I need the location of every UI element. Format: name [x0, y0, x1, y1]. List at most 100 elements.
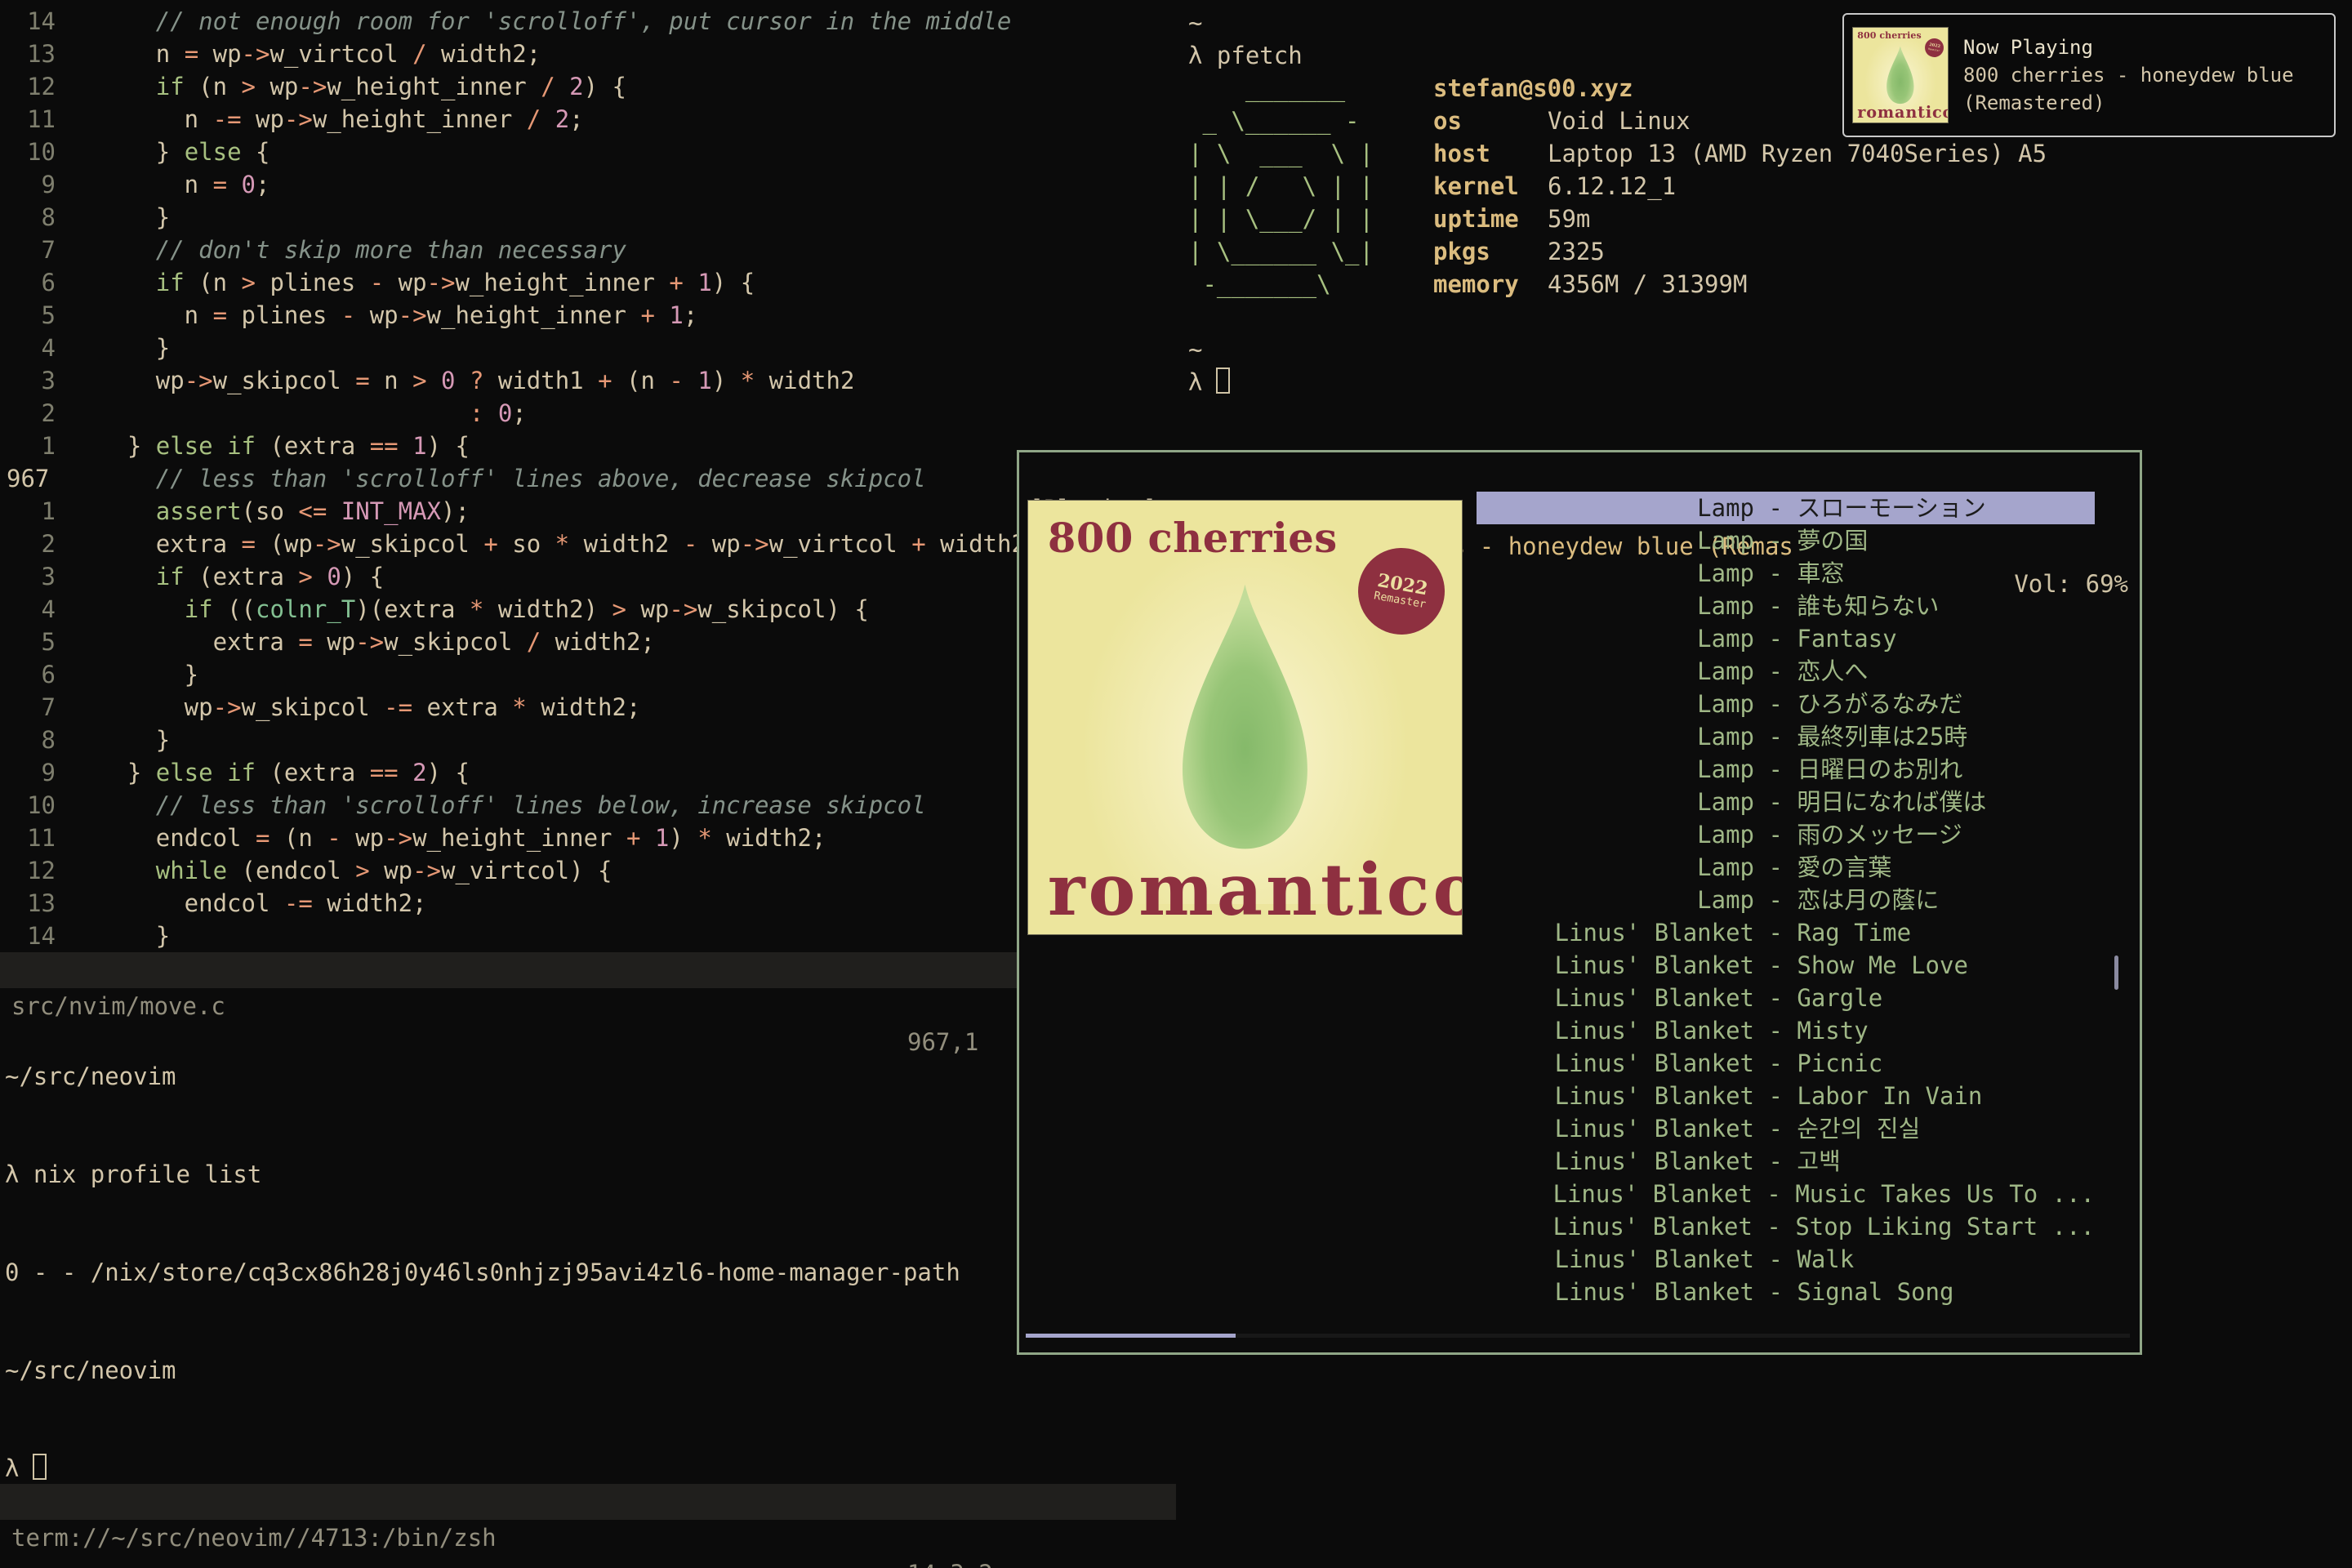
code-line[interactable]: 5 n = plines - wp->w_height_inner + 1; [0, 299, 1176, 332]
queue-artist: Lamp [1477, 524, 1754, 557]
code-line[interactable]: 8 } [0, 724, 1176, 756]
command-text: pfetch [1217, 42, 1303, 69]
queue-item[interactable]: Linus' Blanket - Gargle [1477, 982, 2095, 1014]
code-line[interactable]: 14 } [0, 920, 1176, 952]
now-playing-popup[interactable]: 800 cherries 2022 Remaster romantico Now… [1842, 13, 2336, 137]
line-number: 3 [0, 364, 70, 397]
statusline-term-title: term://~/src/neovim//4713:/bin/zsh [11, 1520, 497, 1556]
queue-scrollbar[interactable] [2114, 956, 2118, 990]
code-line[interactable]: 2 extra = (wp->w_skipcol + so * width2 -… [0, 528, 1176, 560]
code-line[interactable]: 1 } else if (extra == 1) { [0, 430, 1176, 462]
nvim-pane: 14 // not enough room for 'scrolloff', p… [0, 0, 1176, 1568]
queue-item[interactable]: Linus' Blanket - Labor In Vain [1477, 1080, 2095, 1112]
progress-fill [1026, 1334, 1236, 1338]
code-line[interactable]: 7 wp->w_skipcol -= extra * width2; [0, 691, 1176, 724]
code-line[interactable]: 13 n = wp->w_virtcol / width2; [0, 38, 1176, 70]
code-line[interactable]: 12 while (endcol > wp->w_virtcol) { [0, 854, 1176, 887]
code-line[interactable]: 10 // less than 'scrolloff' lines below,… [0, 789, 1176, 822]
line-number: 10 [0, 136, 70, 168]
queue-item[interactable]: Lamp - 夢の国 [1477, 524, 2095, 557]
queue-item[interactable]: Lamp - 愛の言葉 [1477, 851, 2095, 884]
code-line[interactable]: 8 } [0, 201, 1176, 234]
code-line[interactable]: 9 n = 0; [0, 168, 1176, 201]
line-number: 5 [0, 626, 70, 658]
code-text: } [70, 658, 198, 691]
code-line[interactable]: 11 endcol = (n - wp->w_height_inner + 1)… [0, 822, 1176, 854]
prompt-line[interactable]: λ [5, 1452, 960, 1485]
code-line[interactable]: 14 // not enough room for 'scrolloff', p… [0, 5, 1176, 38]
queue-item[interactable]: Lamp - 車窓 [1477, 557, 2095, 590]
code-line[interactable]: 9 } else if (extra == 2) { [0, 756, 1176, 789]
code-text: wp->w_skipcol -= extra * width2; [70, 691, 640, 724]
code-line[interactable]: 4 } [0, 332, 1176, 364]
queue-item[interactable]: Lamp - 明日になれば僕は [1477, 786, 2095, 818]
code-line[interactable]: 967 // less than 'scrolloff' lines above… [0, 462, 1176, 495]
queue-title: 夢の国 [1797, 524, 1868, 557]
queue-item[interactable]: Lamp - 最終列車は25時 [1477, 720, 2095, 753]
queue-item[interactable]: Linus' Blanket - Signal Song [1477, 1276, 2095, 1308]
line-number: 11 [0, 822, 70, 854]
queue-artist: Linus' Blanket [1477, 1210, 1753, 1243]
queue-item[interactable]: Lamp - 誰も知らない [1477, 590, 2095, 622]
queue-item[interactable]: Lamp - 雨のメッセージ [1477, 818, 2095, 851]
code-line[interactable]: 2 : 0; [0, 397, 1176, 430]
code-line[interactable]: 13 endcol -= width2; [0, 887, 1176, 920]
code-line[interactable]: 12 if (n > wp->w_height_inner / 2) { [0, 70, 1176, 103]
code-text: // not enough room for 'scrolloff', put … [70, 5, 1011, 38]
line-number: 13 [0, 887, 70, 920]
queue-item[interactable]: Lamp - ひろがるなみだ [1477, 688, 2095, 720]
queue-separator: - [1754, 884, 1797, 916]
album-artist-text: 800 cherries [1857, 30, 1922, 41]
queue-item[interactable]: Linus' Blanket - 순간의 진실 [1477, 1112, 2095, 1145]
queue-item[interactable]: Lamp - 恋は月の蔭に [1477, 884, 2095, 916]
code-line[interactable]: 4 if ((colnr_T)(extra * width2) > wp->w_… [0, 593, 1176, 626]
queue-item[interactable]: Lamp - 恋人へ [1477, 655, 2095, 688]
queue-item[interactable]: Linus' Blanket - Walk [1477, 1243, 2095, 1276]
music-player-window[interactable]: [Playing] herries - honeydew blue (Remas… [1017, 450, 2142, 1355]
code-text: n -= wp->w_height_inner / 2; [70, 103, 584, 136]
queue-item[interactable]: Linus' Blanket - Misty [1477, 1014, 2095, 1047]
code-line[interactable]: 6 if (n > plines - wp->w_height_inner + … [0, 266, 1176, 299]
line-number: 4 [0, 332, 70, 364]
queue-item[interactable]: Linus' Blanket - Music Takes Us To ... [1477, 1178, 2095, 1210]
queue-title: 雨のメッセージ [1797, 818, 1962, 851]
code-line[interactable]: 1 assert(so <= INT_MAX); [0, 495, 1176, 528]
code-line[interactable]: 3 if (extra > 0) { [0, 560, 1176, 593]
queue-item[interactable]: Linus' Blanket - Show Me Love [1477, 949, 2095, 982]
code-line[interactable]: 10 } else { [0, 136, 1176, 168]
queue-item[interactable]: Linus' Blanket - Picnic [1477, 1047, 2095, 1080]
queue-item[interactable]: Lamp - 日曜日のお別れ [1477, 753, 2095, 786]
line-number: 11 [0, 103, 70, 136]
queue-artist: Lamp [1477, 753, 1754, 786]
queue-item[interactable]: Linus' Blanket - Rag Time [1477, 916, 2095, 949]
code-line[interactable]: 5 extra = wp->w_skipcol / width2; [0, 626, 1176, 658]
prompt-line[interactable]: λ [1188, 366, 2047, 399]
code-text: } [70, 724, 170, 756]
queue-item[interactable]: Lamp - スローモーション [1477, 492, 2095, 524]
code-line[interactable]: 11 n -= wp->w_height_inner / 2; [0, 103, 1176, 136]
desktop: 14 // not enough room for 'scrolloff', p… [0, 0, 2352, 1568]
queue-artist: Lamp [1477, 492, 1754, 524]
queue-separator: - [1754, 590, 1797, 622]
queue-item[interactable]: Linus' Blanket - Stop Liking Start ... [1477, 1210, 2095, 1243]
queue-title: 日曜日のお別れ [1797, 753, 1962, 786]
code-line[interactable]: 7 // don't skip more than necessary [0, 234, 1176, 266]
line-number: 14 [0, 920, 70, 952]
code-line[interactable]: 6 } [0, 658, 1176, 691]
queue-item[interactable]: Lamp - Fantasy [1477, 622, 2095, 655]
line-number: 2 [0, 528, 70, 560]
queue-artist: Linus' Blanket [1477, 1014, 1754, 1047]
teardrop-icon [1878, 39, 1923, 111]
code-line[interactable]: 3 wp->w_skipcol = n > 0 ? width1 + (n - … [0, 364, 1176, 397]
queue-artist: Lamp [1477, 557, 1754, 590]
blank-line [1188, 301, 2047, 333]
cwd-line: ~ [1188, 333, 2047, 366]
progress-bar[interactable] [1026, 1334, 2130, 1338]
pfetch-logo-art: | | \___/ | | [1188, 203, 1433, 235]
queue-item[interactable]: Linus' Blanket - 고백 [1477, 1145, 2095, 1178]
pfetch-logo-art: -_______\ [1188, 268, 1433, 301]
pfetch-label: uptime [1433, 203, 1548, 235]
prompt-line[interactable]: λ nix profile list [5, 1158, 960, 1191]
queue-separator: - [1754, 622, 1797, 655]
line-number: 8 [0, 201, 70, 234]
